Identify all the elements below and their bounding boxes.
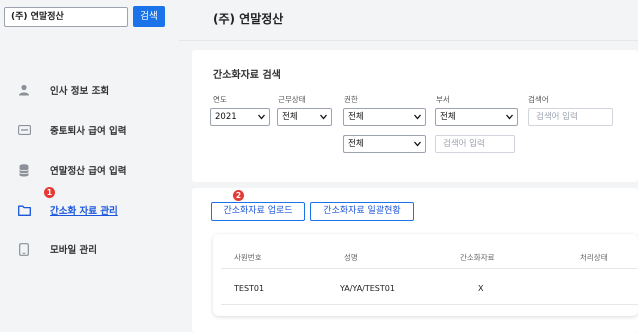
sidebar-item-label: 인사 정보 조회: [50, 86, 110, 97]
database-icon: [17, 163, 31, 177]
mobile-icon: [17, 242, 31, 256]
sidebar-item-mobile[interactable]: 모바일 관리: [0, 237, 179, 261]
folder-icon: [17, 203, 31, 217]
card-icon: [17, 123, 31, 137]
sidebar-item-hr-info[interactable]: 인사 정보 조회: [0, 78, 179, 102]
permission-select[interactable]: 전체: [343, 108, 426, 126]
department-keyword-input[interactable]: 검색어 입력: [435, 135, 515, 153]
person-icon: [17, 83, 31, 97]
step-badge-2: 2: [233, 190, 244, 201]
simplified-data-overview-button[interactable]: 간소화자료 일괄현황: [310, 202, 414, 221]
chevron-down-icon: [258, 114, 265, 120]
work-status-select[interactable]: 전체: [277, 108, 332, 126]
sidebar-item-label: 연말정산 급여 입력: [50, 166, 127, 177]
sidebar-item-yearend-payroll[interactable]: 연말정산 급여 입력: [0, 158, 179, 182]
department-label: 부서: [436, 95, 450, 104]
table-row-divider: [221, 304, 638, 305]
permission-select-secondary[interactable]: 전체: [343, 135, 426, 153]
cell-name: YA/YA/TEST01: [340, 284, 395, 293]
company-search-input[interactable]: (주) 연말정산: [4, 7, 128, 27]
keyword-label: 검색어: [528, 95, 549, 104]
column-header-status: 처리상태: [580, 253, 608, 262]
table-header-divider: [221, 268, 638, 269]
step-badge-1: 1: [44, 187, 55, 198]
cell-simplified-data: X: [478, 284, 484, 293]
sidebar-item-midterm-payroll[interactable]: 중토퇴사 급여 입력: [0, 118, 179, 142]
header-divider: [179, 40, 638, 41]
column-header-simplified-data: 간소화자료: [460, 253, 495, 262]
permission-label: 권한: [344, 95, 358, 104]
sidebar-item-label: 중토퇴사 급여 입력: [50, 126, 127, 137]
year-select[interactable]: 2021: [210, 108, 270, 126]
work-status-label: 근무상태: [278, 95, 306, 104]
search-panel-title: 간소화자료 검색: [213, 70, 281, 81]
column-header-employee-no: 사원번호: [234, 253, 262, 262]
sidebar-item-label: 간소화 자료 관리: [50, 206, 118, 217]
sidebar-item-label: 모바일 관리: [50, 245, 98, 256]
page-title: (주) 연말정산: [213, 12, 284, 26]
chevron-down-icon: [320, 114, 327, 120]
column-header-name: 성명: [344, 253, 358, 262]
upload-simplified-data-button[interactable]: 간소화자료 업로드: [211, 202, 305, 221]
cell-employee-no: TEST01: [234, 284, 265, 293]
year-label: 연도: [213, 95, 227, 104]
chevron-down-icon: [506, 114, 513, 120]
company-search-button[interactable]: 검색: [133, 6, 165, 27]
chevron-down-icon: [414, 141, 421, 147]
sidebar-item-simplified-data[interactable]: 간소화 자료 관리: [0, 198, 179, 222]
keyword-input[interactable]: 검색어 입력: [528, 108, 613, 126]
chevron-down-icon: [414, 114, 421, 120]
department-select[interactable]: 전체: [435, 108, 518, 126]
